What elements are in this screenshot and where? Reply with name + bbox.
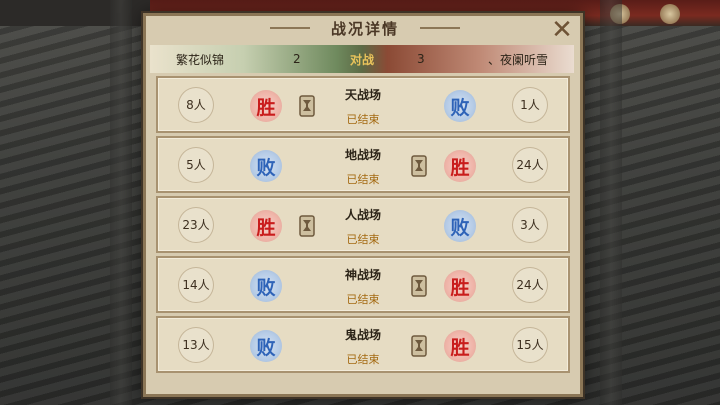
battlefield-row: 23人 胜 人战场 已结束 败 3人	[156, 196, 570, 253]
battlefield-row: 14人 败 神战场 已结束 胜 24人	[156, 256, 570, 313]
right-player-count-label: 3人	[520, 218, 540, 232]
battlefield-list: 8人 胜 天战场 已结束 败 1人 5人 败 地战场 已结束 胜 24人 23人…	[156, 76, 570, 376]
dialog-title: 战况详情	[270, 13, 460, 43]
stone-pillar	[600, 0, 622, 405]
versus-label: 对战	[349, 52, 374, 67]
lantern-icon	[660, 4, 680, 24]
hourglass-icon	[408, 154, 430, 178]
right-player-count-label: 15人	[516, 338, 544, 352]
right-player-count-label: 24人	[516, 278, 544, 292]
right-player-count: 3人	[505, 198, 555, 251]
defeat-badge: 败	[444, 90, 476, 122]
victory-badge: 胜	[444, 270, 476, 302]
hourglass-icon	[408, 334, 430, 358]
left-team-score: 2	[293, 52, 301, 66]
right-player-count-label: 1人	[520, 98, 540, 112]
battlefield-row: 5人 败 地战场 已结束 胜 24人	[156, 136, 570, 193]
right-player-count: 24人	[505, 138, 555, 191]
versus-bar: 繁花似锦 2 对战 3 、夜阑听雪	[150, 45, 574, 73]
victory-badge: 胜	[444, 150, 476, 182]
right-team-score: 3	[417, 52, 425, 66]
right-player-count: 15人	[505, 318, 555, 371]
victory-badge: 胜	[444, 330, 476, 362]
battlefield-row: 8人 胜 天战场 已结束 败 1人	[156, 76, 570, 133]
right-team-name: 、夜阑听雪	[487, 52, 548, 67]
hourglass-icon	[408, 274, 430, 298]
stone-pillar	[110, 0, 132, 405]
battlefield-row: 13人 败 鬼战场 已结束 胜 15人	[156, 316, 570, 373]
right-player-count: 24人	[505, 258, 555, 311]
defeat-badge: 败	[444, 210, 476, 242]
left-team-name: 繁花似锦	[176, 52, 225, 67]
right-player-count: 1人	[505, 78, 555, 131]
right-player-count-label: 24人	[516, 158, 544, 172]
close-icon[interactable]: ✕	[548, 16, 576, 44]
